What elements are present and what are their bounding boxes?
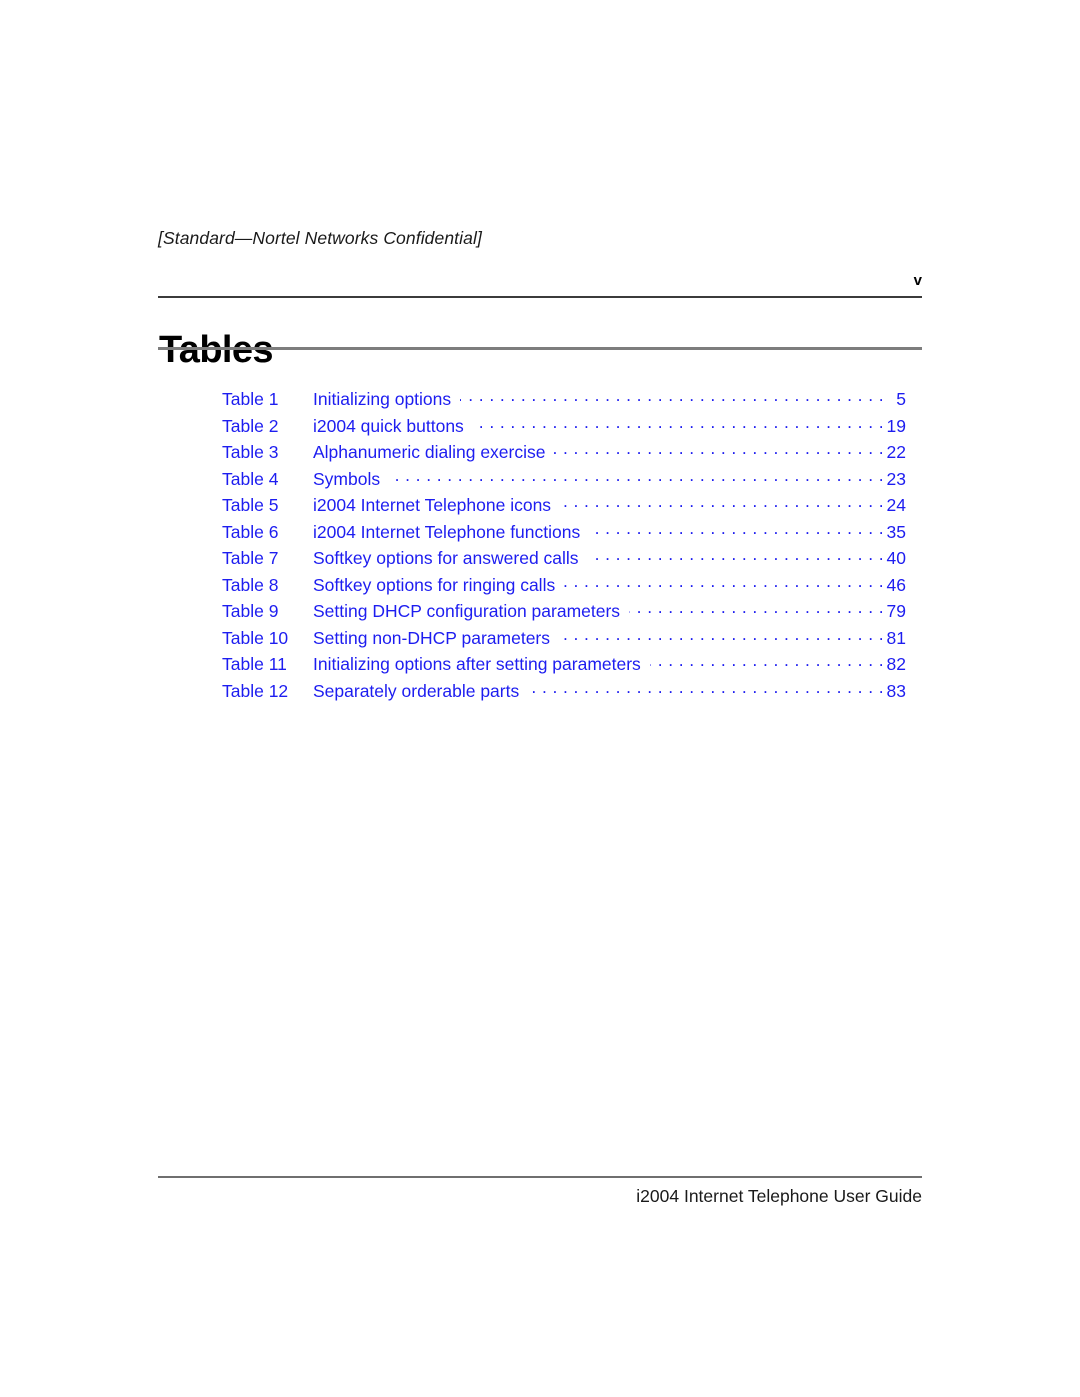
header-rule: [158, 296, 922, 298]
toc-dot-leader: [564, 574, 884, 591]
toc-entry[interactable]: Table 8 Softkey options for ringing calls…: [222, 574, 906, 601]
toc-entry-title: Setting non-DHCP parameters: [313, 627, 551, 648]
title-rule: [158, 347, 922, 350]
toc-entry-label: Table 5: [222, 495, 279, 515]
page-number-folio: v: [913, 272, 922, 289]
toc-entry-page-number: 24: [886, 495, 906, 515]
toc-entry-label: Table 6: [222, 521, 279, 542]
toc-entry-page-number: 79: [886, 601, 906, 621]
toc-entry[interactable]: Table 1 Initializing options 5: [222, 388, 906, 415]
toc-entry-page-number: 19: [886, 415, 906, 436]
toc-entry-label: Table 10: [222, 627, 289, 648]
toc-entry[interactable]: Table 12 Separately orderable parts 83: [222, 680, 906, 707]
table-of-tables-list: Table 1 Initializing options 5 Table 2 i2004…: [222, 388, 906, 706]
running-header: [Standard—Nortel Networks Confidential]: [158, 228, 482, 248]
toc-dot-leader: [559, 627, 884, 644]
toc-entry-title: i2004 quick buttons: [313, 415, 464, 436]
toc-entry-label: Table 7: [222, 548, 279, 568]
toc-entry-page-number: 23: [886, 468, 906, 489]
toc-entry-page-number: 83: [886, 680, 906, 701]
toc-dot-leader: [560, 494, 884, 511]
toc-entry-title: Softkey options for answered calls: [313, 548, 579, 568]
toc-entry[interactable]: Table 3 Alphanumeric dialing exercise 22: [222, 441, 906, 468]
toc-entry-label: Table 1: [222, 389, 279, 409]
toc-entry-title: i2004 Internet Telephone icons: [313, 495, 552, 515]
toc-entry-page-number: 5: [896, 389, 906, 409]
toc-entry-label: Table 9: [222, 601, 279, 621]
toc-entry-title: Initializing options: [313, 389, 452, 409]
footer-text: i2004 Internet Telephone User Guide: [636, 1186, 922, 1206]
toc-entry-title: Symbols: [313, 468, 381, 489]
toc-entry-title: Softkey options for ringing calls: [313, 574, 556, 595]
toc-entry-page-number: 22: [886, 442, 906, 462]
toc-entry[interactable]: Table 4 Symbols 23: [222, 468, 906, 495]
toc-entry-page-number: 46: [886, 574, 906, 595]
toc-entry-page-number: 81: [886, 627, 906, 648]
page-title: Tables: [159, 329, 274, 372]
toc-entry-label: Table 4: [222, 468, 279, 489]
toc-dot-leader: [389, 468, 884, 485]
toc-dot-leader: [650, 653, 884, 670]
toc-entry-page-number: 35: [886, 521, 906, 542]
toc-entry-label: Table 8: [222, 574, 279, 595]
toc-entry-label: Table 2: [222, 415, 279, 436]
toc-entry-label: Table 11: [222, 654, 287, 674]
toc-entry[interactable]: Table 9 Setting DHCP configuration parame…: [222, 600, 906, 627]
toc-entry[interactable]: Table 5 i2004 Internet Telephone icons 24: [222, 494, 906, 521]
toc-entry-title: Setting DHCP configuration parameters: [313, 601, 621, 621]
toc-entry-page-number: 82: [886, 654, 906, 674]
toc-dot-leader: [473, 415, 884, 432]
toc-entry[interactable]: Table 2 i2004 quick buttons 19: [222, 415, 906, 442]
toc-entry-label: Table 3: [222, 442, 279, 462]
footer-rule: [158, 1176, 922, 1178]
toc-dot-leader: [528, 680, 884, 697]
toc-dot-leader: [588, 547, 884, 564]
document-page: [Standard—Nortel Networks Confidential] …: [0, 0, 1080, 1397]
toc-entry-title: Alphanumeric dialing exercise: [313, 442, 546, 462]
toc-entry[interactable]: Table 10 Setting non-DHCP parameters 81: [222, 627, 906, 654]
toc-entry-title: Separately orderable parts: [313, 680, 520, 701]
toc-dot-leader: [629, 600, 884, 617]
toc-entry-title: Initializing options after setting param…: [313, 654, 641, 674]
toc-entry[interactable]: Table 6 i2004 Internet Telephone function…: [222, 521, 906, 548]
toc-dot-leader: [460, 388, 884, 405]
toc-entry-page-number: 40: [886, 548, 906, 568]
toc-dot-leader: [589, 521, 884, 538]
toc-entry[interactable]: Table 7 Softkey options for answered call…: [222, 547, 906, 574]
toc-dot-leader: [554, 441, 884, 458]
toc-entry-title: i2004 Internet Telephone functions: [313, 521, 581, 542]
toc-entry-label: Table 12: [222, 680, 289, 701]
toc-entry[interactable]: Table 11 Initializing options after setti…: [222, 653, 906, 680]
